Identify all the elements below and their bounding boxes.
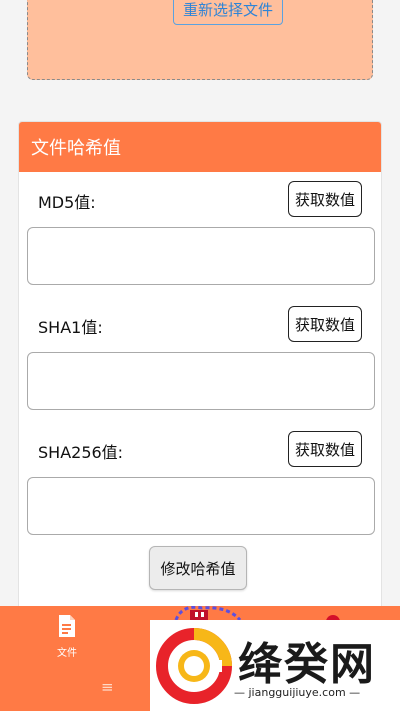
- sha1-label: SHA1值:: [38, 318, 103, 337]
- panel-title: 文件哈希值: [19, 122, 381, 172]
- menu-icon[interactable]: ≡: [101, 678, 114, 696]
- hash-panel: 文件哈希值 MD5值: 获取数值 SHA1值: 获取数值 SHA256值: 获取…: [18, 121, 382, 611]
- sha1-field[interactable]: [27, 352, 375, 410]
- md5-field[interactable]: [27, 227, 375, 285]
- watermark-url: — jiangguijiuye.com —: [234, 686, 361, 699]
- get-sha256-button[interactable]: 获取数值: [288, 431, 362, 467]
- sha256-field[interactable]: [27, 477, 375, 535]
- modify-hash-button[interactable]: 修改哈希值: [149, 546, 247, 590]
- file-drop-zone[interactable]: 重新选择文件: [27, 0, 373, 80]
- panel-title-text: 文件哈希值: [31, 138, 121, 159]
- watermark-emblem-icon: [156, 628, 232, 704]
- get-md5-button[interactable]: 获取数值: [288, 181, 362, 217]
- nav-item-file[interactable]: 文件: [48, 614, 86, 659]
- watermark-logo: 绛癸网 — jiangguijiuye.com —: [150, 620, 400, 711]
- file-icon: [57, 614, 77, 642]
- nav-file-label: 文件: [57, 648, 77, 659]
- get-sha1-button[interactable]: 获取数值: [288, 306, 362, 342]
- watermark-brand: 绛癸网: [238, 639, 376, 690]
- reselect-file-button[interactable]: 重新选择文件: [173, 0, 283, 25]
- sha256-label: SHA256值:: [38, 443, 124, 462]
- md5-label: MD5值:: [38, 193, 96, 212]
